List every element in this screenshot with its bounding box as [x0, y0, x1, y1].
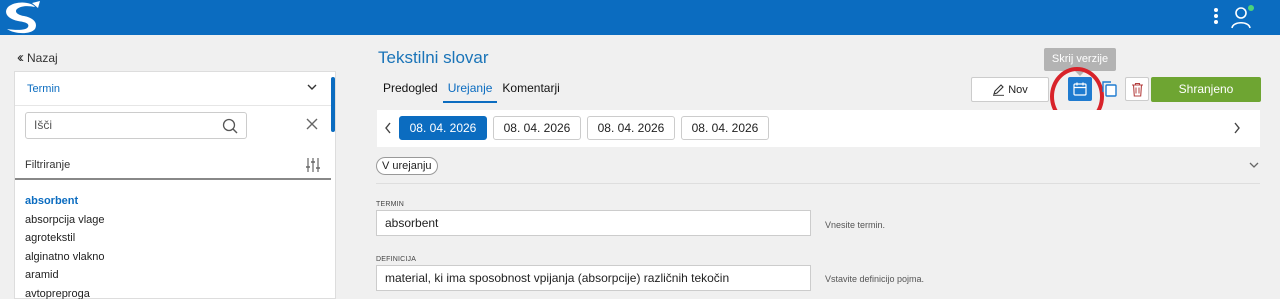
list-item[interactable]: avtopreproga [25, 285, 105, 299]
sidebar-title: Termin [27, 83, 61, 95]
filter-row[interactable]: Filtriranje [15, 152, 331, 180]
list-item[interactable]: absorbent [25, 192, 105, 211]
definition-field[interactable]: material, ki ima sposobnost vpijanja (ab… [376, 265, 811, 291]
logo-icon[interactable] [2, 1, 42, 34]
search-icon[interactable] [222, 118, 238, 134]
versions-strip: 08. 04. 2026 08. 04. 2026 08. 04. 2026 0… [377, 110, 1260, 147]
term-field[interactable]: absorbent [376, 210, 811, 236]
trash-icon [1132, 82, 1143, 97]
top-bar [0, 0, 1280, 35]
list-item[interactable]: agrotekstil [25, 229, 105, 248]
definition-field-hint: Vstavite definicijo pojma. [825, 274, 925, 284]
sidebar-header[interactable]: Termin [15, 72, 331, 106]
new-button[interactable]: Nov [971, 77, 1049, 102]
version-pill[interactable]: 08. 04. 2026 [399, 116, 487, 140]
more-vertical-icon[interactable] [1211, 6, 1221, 28]
save-button[interactable]: Shranjeno [1151, 77, 1261, 102]
back-label: Nazaj [27, 50, 58, 65]
version-pill[interactable]: 08. 04. 2026 [493, 116, 581, 140]
double-chevron-left-icon: ‹‹ [17, 49, 24, 66]
term-sidebar: Termin Filtriranje absorbent absorpcija … [14, 71, 336, 299]
tab-edit[interactable]: Urejanje [442, 77, 498, 103]
delete-button[interactable] [1125, 77, 1149, 101]
online-status-dot [1248, 5, 1254, 11]
chevron-left-icon[interactable] [384, 122, 392, 134]
version-pill[interactable]: 08. 04. 2026 [587, 116, 675, 140]
term-list: absorbent absorpcija vlage agrotekstil a… [25, 192, 105, 299]
copy-icon[interactable] [1100, 80, 1118, 98]
tab-preview[interactable]: Predogled [378, 77, 443, 103]
divider [376, 183, 1260, 184]
search-input[interactable] [34, 118, 214, 132]
status-badge[interactable]: V urejanju [376, 157, 438, 175]
sliders-icon[interactable] [305, 157, 321, 173]
term-field-label: TERMIN [376, 201, 405, 208]
search-box[interactable] [25, 112, 247, 139]
close-icon[interactable] [305, 117, 319, 131]
filter-label: Filtriranje [25, 159, 71, 171]
tab-comments[interactable]: Komentarji [497, 77, 564, 103]
tab-bar: Predogled Urejanje Komentarji [378, 77, 565, 103]
term-field-hint: Vnesite termin. [825, 220, 886, 230]
chevron-down-icon[interactable] [307, 82, 317, 92]
chevron-down-icon[interactable] [1249, 161, 1259, 169]
list-item[interactable]: aramid [25, 266, 105, 285]
chevron-right-icon[interactable] [1233, 122, 1241, 134]
back-link[interactable]: ‹‹ Nazaj [17, 49, 58, 66]
page-title: Tekstilni slovar [378, 48, 489, 67]
sidebar-scrollbar[interactable] [331, 77, 335, 132]
pencil-icon [993, 84, 1005, 96]
list-item[interactable]: absorpcija vlage [25, 211, 105, 230]
definition-field-label: DEFINICIJA [376, 256, 417, 263]
new-button-label: Nov [1008, 83, 1028, 96]
version-pill[interactable]: 08. 04. 2026 [681, 116, 769, 140]
list-item[interactable]: alginatno vlakno [25, 248, 105, 267]
